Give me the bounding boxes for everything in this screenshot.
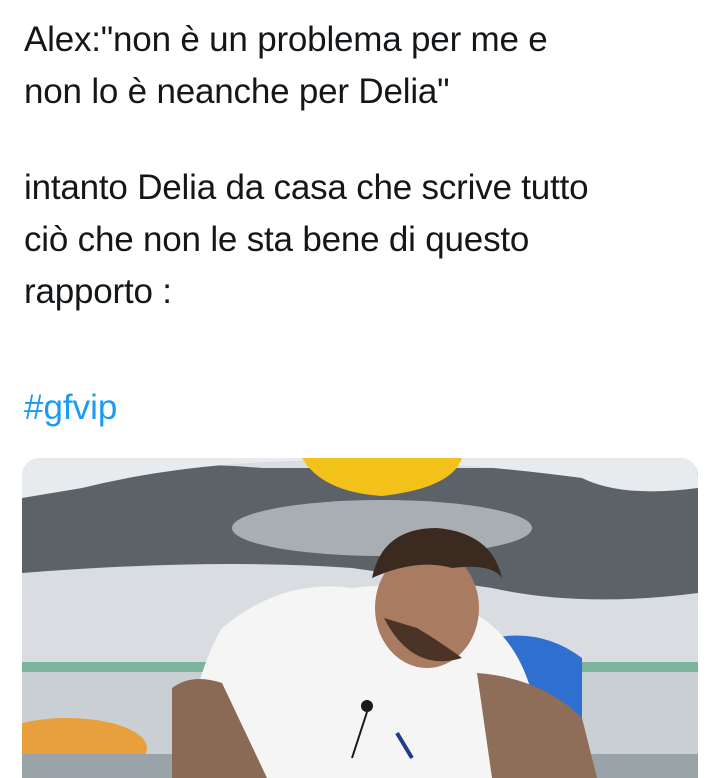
tweet-text: Alex:"non è un problema per me e non lo … <box>24 14 704 318</box>
tweet-card: Alex:"non è un problema per me e non lo … <box>0 0 720 778</box>
tweet-text-line: Alex:"non è un problema per me e <box>24 20 548 59</box>
photo-illustration <box>22 458 698 778</box>
tweet-text-line: rapporto : <box>24 272 172 311</box>
hashtag-link[interactable]: #gfvip <box>24 382 117 434</box>
tweet-text-line: intanto Delia da casa che scrive tutto <box>24 168 589 207</box>
tweet-text-line: ciò che non le sta bene di questo <box>24 220 530 259</box>
tweet-media-photo[interactable] <box>22 458 698 778</box>
photo-microphone <box>361 700 373 712</box>
tweet-text-line: non lo è neanche per Delia" <box>24 72 450 111</box>
photo-eye-glare <box>232 500 532 556</box>
